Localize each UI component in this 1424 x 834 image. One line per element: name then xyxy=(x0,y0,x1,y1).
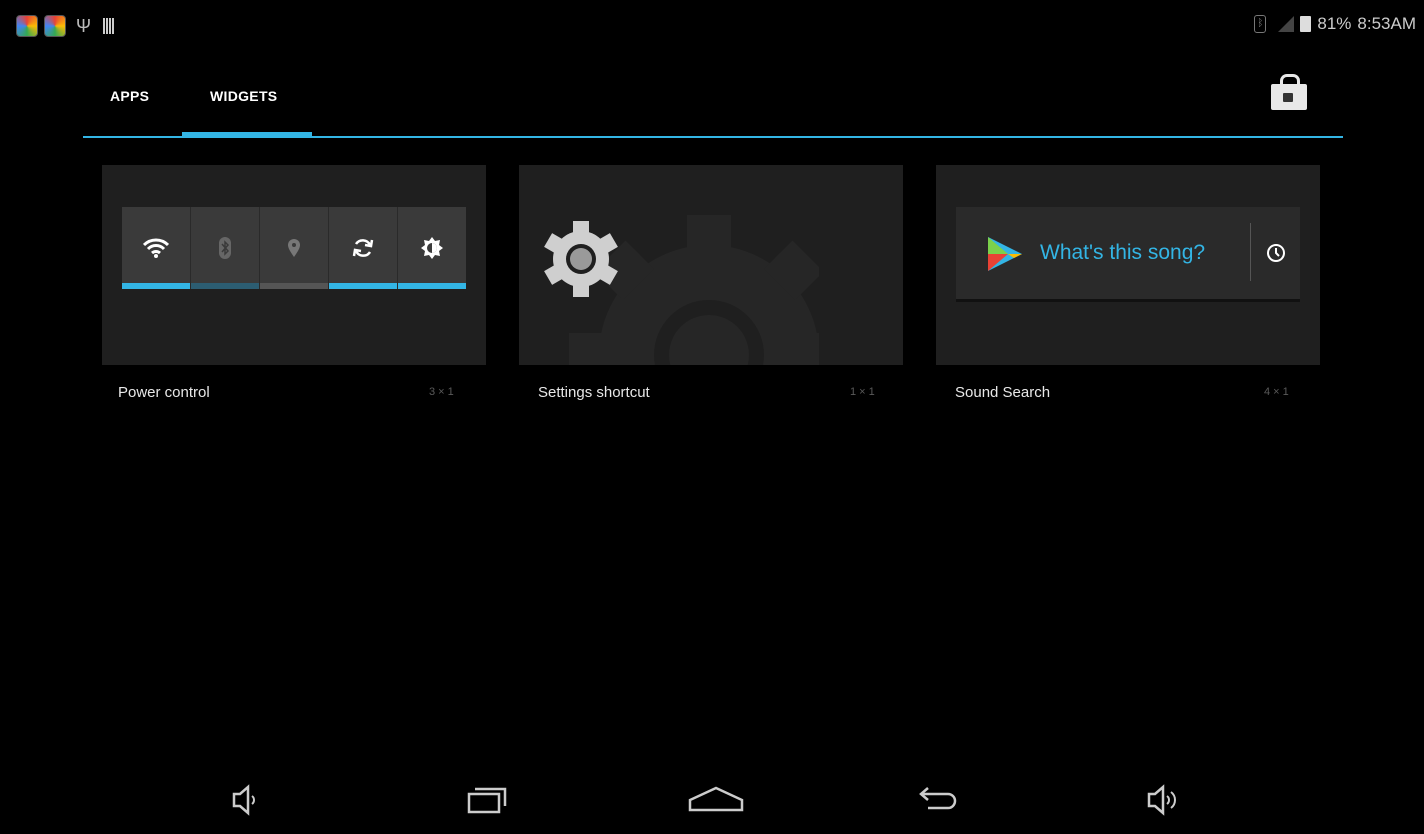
volume-up-icon xyxy=(1147,784,1176,816)
store-bag-mark xyxy=(1283,93,1293,102)
widget-size-power-control: 3 × 1 xyxy=(429,386,454,398)
history-icon xyxy=(1267,244,1285,262)
recent-apps-button[interactable] xyxy=(463,780,511,820)
back-button[interactable] xyxy=(908,780,957,820)
status-bar: Ψ ᛒ 81% 8:53AM xyxy=(8,8,1416,42)
sync-icon xyxy=(352,239,374,257)
back-icon xyxy=(919,787,957,810)
bluetooth-toggle xyxy=(191,207,260,289)
app-notification-icon xyxy=(44,15,66,37)
sync-toggle xyxy=(329,207,398,289)
wifi-icon xyxy=(143,238,169,258)
widget-label-power-control: Power control xyxy=(118,384,210,401)
sound-search-preview: What's this song? xyxy=(956,207,1300,302)
wifi-toggle xyxy=(122,207,191,289)
navigation-bar xyxy=(8,766,1416,834)
gear-icon xyxy=(544,221,618,297)
widget-label-settings-shortcut: Settings shortcut xyxy=(538,384,650,401)
bluetooth-icon: ᛒ xyxy=(1254,15,1267,33)
sound-search-prompt: What's this song? xyxy=(1040,241,1206,264)
tab-bar: APPS WIDGETS xyxy=(83,74,1343,138)
home-button[interactable] xyxy=(686,780,744,820)
screen: Ψ ᛒ 81% 8:53AM APPS WIDGETS Power contro… xyxy=(8,8,1416,834)
system-icons: ᛒ 81% 8:53AM xyxy=(1254,14,1416,34)
clock: 8:53AM xyxy=(1357,14,1416,33)
widget-preview-sound-search[interactable]: What's this song? xyxy=(936,165,1320,365)
power-control-preview xyxy=(122,207,466,289)
location-toggle xyxy=(260,207,329,289)
signal-icon xyxy=(1278,16,1295,32)
selected-tab-indicator xyxy=(182,132,312,138)
play-store-button[interactable] xyxy=(1269,74,1309,110)
widget-size-settings-shortcut: 1 × 1 xyxy=(850,386,875,398)
brightness-state-bar xyxy=(398,283,466,289)
volume-up-button[interactable] xyxy=(1143,780,1191,820)
tab-widgets[interactable]: WIDGETS xyxy=(210,88,277,104)
widget-size-sound-search: 4 × 1 xyxy=(1264,386,1289,398)
widget-label-sound-search: Sound Search xyxy=(955,384,1051,401)
wifi-state-bar xyxy=(122,283,190,289)
widget-preview-settings-shortcut[interactable] xyxy=(519,165,903,365)
volume-down-button[interactable] xyxy=(220,780,268,820)
barcode-icon xyxy=(103,18,115,34)
sync-state-bar xyxy=(329,283,397,289)
play-store-icon xyxy=(988,237,1022,271)
home-icon xyxy=(688,786,744,812)
bluetooth-state-bar xyxy=(191,283,259,289)
location-icon xyxy=(288,239,300,257)
location-state-bar xyxy=(260,283,328,289)
bluetooth-icon xyxy=(219,237,231,259)
tab-apps[interactable]: APPS xyxy=(110,88,149,104)
widget-preview-power-control[interactable] xyxy=(102,165,486,365)
app-notification-icon xyxy=(16,15,38,37)
sound-search-divider xyxy=(1250,223,1251,281)
notification-icons: Ψ xyxy=(16,15,115,37)
recent-apps-icon xyxy=(467,787,507,814)
brightness-icon xyxy=(421,237,443,259)
brightness-toggle xyxy=(398,207,466,289)
battery-percent: 81% xyxy=(1317,14,1352,33)
usb-icon: Ψ xyxy=(76,16,92,36)
volume-down-icon xyxy=(232,784,255,816)
battery-icon xyxy=(1300,16,1312,32)
